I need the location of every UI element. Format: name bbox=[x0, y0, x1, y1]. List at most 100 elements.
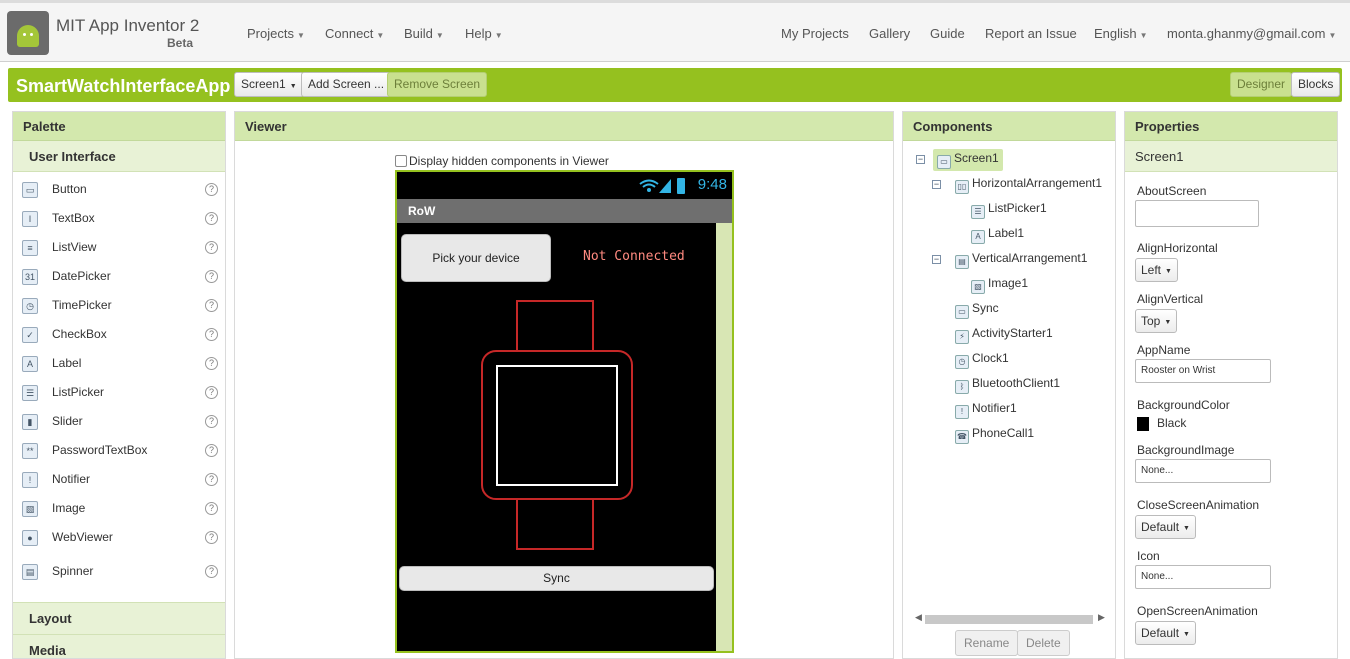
phone-preview: 9:48 RoW Pick your device Not Connected … bbox=[395, 170, 734, 653]
prop-background-color-value[interactable]: Black bbox=[1157, 416, 1186, 430]
help-icon[interactable]: ? bbox=[205, 357, 218, 370]
palette-item-listview[interactable]: ≡ ListView? bbox=[13, 233, 225, 262]
tree-node-phonecall1[interactable]: ☎ PhoneCall1 bbox=[955, 426, 1034, 448]
help-icon[interactable]: ? bbox=[205, 328, 218, 341]
chevron-down-icon: ▼ bbox=[376, 31, 385, 40]
tree-node-horizontalarrangement1[interactable]: ▯▯ HorizontalArrangement1 bbox=[955, 176, 1102, 198]
collapse-icon[interactable]: − bbox=[932, 255, 941, 264]
tree-node-label: Image1 bbox=[988, 276, 1029, 290]
palette-item-webviewer[interactable]: ● WebViewer? bbox=[13, 523, 225, 552]
prop-icon-input[interactable]: None... bbox=[1135, 565, 1271, 589]
help-icon[interactable]: ? bbox=[205, 415, 218, 428]
prop-close-animation-select[interactable]: Default ▼ bbox=[1135, 515, 1196, 539]
menu-connect[interactable]: Connect ▼ bbox=[325, 26, 384, 41]
color-swatch-icon[interactable] bbox=[1137, 417, 1149, 431]
help-icon[interactable]: ? bbox=[205, 270, 218, 283]
menu-projects[interactable]: Projects ▼ bbox=[247, 26, 305, 41]
menu-build-label: Build bbox=[404, 26, 433, 41]
pick-device-button[interactable]: Pick your device bbox=[401, 234, 551, 282]
tree-node-bluetoothclient1[interactable]: ᛒ BluetoothClient1 bbox=[955, 376, 1060, 398]
link-report-issue[interactable]: Report an Issue bbox=[985, 26, 1077, 41]
scroll-left-icon[interactable]: ◀ bbox=[915, 612, 922, 623]
prop-about-screen-textarea[interactable] bbox=[1135, 200, 1259, 227]
link-guide[interactable]: Guide bbox=[930, 26, 965, 41]
palette-item-timepicker[interactable]: ◷ TimePicker? bbox=[13, 291, 225, 320]
rename-button[interactable]: Rename bbox=[955, 630, 1019, 656]
scroll-right-icon[interactable]: ▶ bbox=[1098, 612, 1105, 623]
tree-node-notifier1[interactable]: ! Notifier1 bbox=[955, 401, 1017, 423]
tree-node-screen1[interactable]: ▭ Screen1 bbox=[933, 149, 1003, 171]
palette-item-datepicker[interactable]: 31 DatePicker? bbox=[13, 262, 225, 291]
language-menu[interactable]: English ▼ bbox=[1094, 26, 1148, 41]
palette-item-listpicker[interactable]: ☰ ListPicker? bbox=[13, 378, 225, 407]
help-icon[interactable]: ? bbox=[205, 241, 218, 254]
tree-node-label1[interactable]: A Label1 bbox=[971, 226, 1024, 248]
help-icon[interactable]: ? bbox=[205, 502, 218, 515]
palette-item-checkbox[interactable]: ✓ CheckBox? bbox=[13, 320, 225, 349]
tree-node-image1[interactable]: ▧ Image1 bbox=[971, 276, 1028, 298]
prop-background-image-input[interactable]: None... bbox=[1135, 459, 1271, 483]
datepicker-icon: 31 bbox=[22, 269, 38, 285]
menu-build[interactable]: Build ▼ bbox=[404, 26, 444, 41]
help-icon[interactable]: ? bbox=[205, 212, 218, 225]
add-screen-button[interactable]: Add Screen ... bbox=[301, 72, 392, 97]
help-icon[interactable]: ? bbox=[205, 183, 218, 196]
scrollbar-thumb[interactable] bbox=[925, 615, 1093, 624]
tree-node-activitystarter1[interactable]: ⚡ ActivityStarter1 bbox=[955, 326, 1053, 348]
collapse-icon[interactable]: − bbox=[932, 180, 941, 189]
phonecall-icon: ☎ bbox=[955, 430, 969, 444]
help-icon[interactable]: ? bbox=[205, 531, 218, 544]
palette-item-label[interactable]: A Label? bbox=[13, 349, 225, 378]
account-menu[interactable]: monta.ghanmy@gmail.com ▼ bbox=[1167, 26, 1336, 41]
link-gallery[interactable]: Gallery bbox=[869, 26, 910, 41]
tree-node-clock1[interactable]: ◷ Clock1 bbox=[955, 351, 1009, 373]
delete-button[interactable]: Delete bbox=[1017, 630, 1070, 656]
tree-node-verticalarrangement1[interactable]: ▤ VerticalArrangement1 bbox=[955, 251, 1087, 273]
prop-align-vertical-value: Top bbox=[1141, 314, 1161, 328]
checkbox-icon[interactable] bbox=[395, 155, 407, 167]
prop-app-name-input[interactable]: Rooster on Wrist bbox=[1135, 359, 1271, 383]
notifier-icon: ! bbox=[22, 472, 38, 488]
palette-item-passwordtextbox[interactable]: ** PasswordTextBox? bbox=[13, 436, 225, 465]
display-hidden-checkbox[interactable]: Display hidden components in Viewer bbox=[395, 154, 609, 168]
help-icon[interactable]: ? bbox=[205, 565, 218, 578]
help-icon[interactable]: ? bbox=[205, 473, 218, 486]
link-my-projects[interactable]: My Projects bbox=[781, 26, 849, 41]
palette-item-textbox[interactable]: I TextBox? bbox=[13, 204, 225, 233]
screen-icon: ▭ bbox=[937, 155, 951, 169]
phone-scroll-strip bbox=[716, 223, 732, 651]
help-icon[interactable]: ? bbox=[205, 444, 218, 457]
slider-icon: ▮ bbox=[22, 414, 38, 430]
prop-align-horizontal-select[interactable]: Left ▼ bbox=[1135, 258, 1178, 282]
tree-node-listpicker1[interactable]: ☰ ListPicker1 bbox=[971, 201, 1047, 223]
screen-select[interactable]: Screen1 ▼ bbox=[234, 72, 304, 97]
properties-panel: Properties Screen1 AboutScreen AlignHori… bbox=[1124, 111, 1338, 659]
help-icon[interactable]: ? bbox=[205, 386, 218, 399]
menu-help[interactable]: Help ▼ bbox=[465, 26, 503, 41]
prop-align-vertical-select[interactable]: Top ▼ bbox=[1135, 309, 1178, 333]
designer-button[interactable]: Designer bbox=[1230, 72, 1293, 97]
palette-item-notifier[interactable]: ! Notifier? bbox=[13, 465, 225, 494]
palette-item-image[interactable]: ▧ Image? bbox=[13, 494, 225, 523]
palette-section-layout[interactable]: Layout bbox=[13, 602, 225, 634]
sync-button[interactable]: Sync bbox=[399, 566, 714, 591]
collapse-icon[interactable]: − bbox=[916, 155, 925, 164]
palette-item-button[interactable]: ▭ Button? bbox=[13, 175, 225, 204]
help-icon[interactable]: ? bbox=[205, 299, 218, 312]
chevron-down-icon: ▼ bbox=[494, 31, 503, 40]
app-inventor-logo[interactable] bbox=[7, 11, 49, 55]
prop-about-screen-label: AboutScreen bbox=[1137, 184, 1207, 198]
smartwatch-image[interactable] bbox=[481, 300, 633, 550]
palette-item-spinner[interactable]: ▤ Spinner? bbox=[13, 557, 225, 586]
blocks-button[interactable]: Blocks bbox=[1291, 72, 1341, 97]
tree-node-sync[interactable]: ▭ Sync bbox=[955, 301, 999, 323]
components-panel: Components − − − ▭ Screen1 ▯▯ HorizontalArr… bbox=[902, 111, 1116, 659]
project-name: SmartWatchInterfaceApp bbox=[16, 76, 231, 96]
chevron-down-icon: ▼ bbox=[1183, 525, 1190, 532]
palette-item-slider[interactable]: ▮ Slider? bbox=[13, 407, 225, 436]
palette-section-media[interactable]: Media bbox=[13, 634, 225, 658]
remove-screen-button[interactable]: Remove Screen bbox=[387, 72, 488, 97]
palette-group-user-interface[interactable]: User Interface bbox=[13, 141, 225, 172]
components-horizontal-scrollbar[interactable]: ◀ ▶ bbox=[915, 612, 1105, 626]
prop-open-animation-select[interactable]: Default ▼ bbox=[1135, 621, 1196, 645]
